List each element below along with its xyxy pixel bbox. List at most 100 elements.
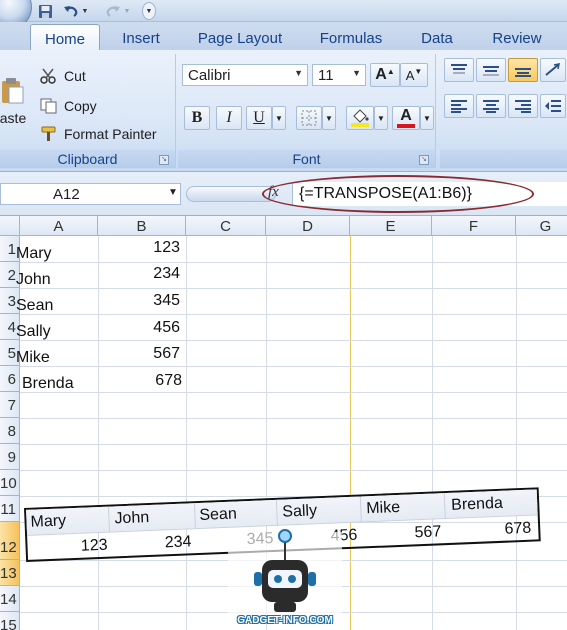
cell-f12[interactable]: Brenda [451,495,503,515]
cell-b12[interactable]: John [114,509,149,528]
shrink-font-button[interactable]: A ▼ [400,63,428,87]
row-header-8[interactable]: 8 [0,418,20,444]
tab-review[interactable]: Review [482,24,552,50]
gridline [20,366,567,367]
font-color-dropdown-icon[interactable]: ▼ [420,106,434,130]
italic-button[interactable]: I [216,106,242,130]
column-header-g[interactable]: G [516,216,567,236]
borders-button[interactable] [296,106,322,130]
font-dialog-launcher[interactable]: ↘ [419,155,429,165]
row-header-11[interactable]: 11 [0,496,20,522]
tab-home[interactable]: Home [30,24,100,50]
cell-a6[interactable]: Brenda [22,375,74,393]
cell-e12[interactable]: Mike [366,499,400,518]
cell-a13[interactable]: 123 [67,537,108,557]
row-header-6[interactable]: 6 [0,366,20,392]
cell-b3[interactable]: 345 [120,292,180,310]
undo-dropdown-icon[interactable]: ▼ [80,2,90,20]
undo-icon[interactable] [62,2,80,20]
fill-color-dropdown-icon[interactable]: ▼ [374,106,388,130]
tab-insert[interactable]: Insert [108,24,174,50]
copy-label: Copy [64,98,97,114]
grow-font-button[interactable]: A ▲ [370,63,400,87]
column-header-c[interactable]: C [186,216,266,236]
cell-f13[interactable]: 678 [491,520,532,540]
clipboard-dialog-launcher[interactable]: ↘ [159,155,169,165]
tab-page-layout[interactable]: Page Layout [190,24,290,50]
row-header-14[interactable]: 14 [0,586,20,612]
gridline [20,314,567,315]
align-center-button[interactable] [476,94,506,118]
align-top-button[interactable] [444,58,474,82]
insert-function-icon[interactable]: fx [268,184,290,204]
font-color-button[interactable]: A [392,106,420,130]
font-name-combo[interactable]: Calibri ▼ [182,64,308,86]
cell-a3[interactable]: Sean [16,297,53,315]
name-box-dropdown-icon[interactable]: ▼ [168,187,178,198]
cell-e13[interactable]: 567 [401,523,442,543]
cell-a12[interactable]: Mary [30,512,66,531]
copy-button[interactable]: Copy [40,98,97,114]
column-header-e[interactable]: E [350,216,432,236]
underline-dropdown-icon[interactable]: ▼ [272,106,286,130]
borders-icon [301,110,317,126]
cell-a2[interactable]: John [16,271,51,289]
cell-b6[interactable]: 678 [120,372,182,390]
cell-b1[interactable]: 123 [120,239,180,257]
cell-b13[interactable]: 234 [151,533,192,553]
tab-data[interactable]: Data [410,24,464,50]
column-header-b[interactable]: B [98,216,186,236]
font-name-dropdown-icon[interactable]: ▼ [294,68,303,78]
align-bottom-button[interactable] [508,58,538,82]
ribbon: aste Cut Copy Format Painter Clipboard ↘… [0,50,567,172]
align-middle-button[interactable] [476,58,506,82]
column-header-d[interactable]: D [266,216,350,236]
row-header-10[interactable]: 10 [0,470,20,496]
customize-qat-icon[interactable]: ▼ [142,2,156,20]
redo-dropdown-icon[interactable]: ▼ [122,2,132,20]
column-headers: A B C D E F G [0,216,567,236]
format-painter-icon [40,126,58,142]
redo-icon[interactable] [104,2,122,20]
column-header-f[interactable]: F [432,216,516,236]
save-icon[interactable] [36,2,54,20]
orientation-button[interactable] [540,58,566,82]
align-middle-icon [483,66,499,76]
cell-b2[interactable]: 234 [120,265,180,283]
column-header-a[interactable]: A [20,216,98,236]
cell-d12[interactable]: Sally [282,502,317,521]
align-bottom-icon [515,68,531,77]
cell-b4[interactable]: 456 [120,319,180,337]
cell-a1[interactable]: Mary [16,245,52,263]
select-all-corner[interactable] [0,216,20,236]
row-header-9[interactable]: 9 [0,444,20,470]
underline-button[interactable]: U [246,106,272,130]
borders-dropdown-icon[interactable]: ▼ [322,106,336,130]
paste-button[interactable]: aste [0,78,26,138]
font-size-dropdown-icon[interactable]: ▼ [352,68,361,78]
align-right-button[interactable] [508,94,538,118]
row-header-15[interactable]: 15 [0,612,20,630]
ribbon-tabs: Home Insert Page Layout Formulas Data Re… [0,22,567,50]
cell-a4[interactable]: Sally [16,323,51,341]
align-left-button[interactable] [444,94,474,118]
gridline [20,392,567,393]
format-painter-label: Format Painter [64,126,157,142]
row-header-7[interactable]: 7 [0,392,20,418]
font-size-combo[interactable]: 11 ▼ [312,64,366,86]
row-header-13[interactable]: 13 [0,560,20,586]
cell-b5[interactable]: 567 [120,345,180,363]
row-header-12[interactable]: 12 [0,522,20,560]
tab-formulas[interactable]: Formulas [306,24,396,50]
robot-logo-icon [228,529,342,616]
decrease-indent-button[interactable] [540,94,566,118]
formula-input[interactable]: {=TRANSPOSE(A1:B6)} [292,182,567,206]
name-box[interactable]: A12 [0,183,181,205]
bold-button[interactable]: B [184,106,210,130]
format-painter-button[interactable]: Format Painter [40,126,157,142]
formula-bar-resize-handle[interactable] [186,186,276,202]
cell-a5[interactable]: Mike [16,349,50,367]
gridline [20,444,567,445]
fill-color-button[interactable] [346,106,374,130]
cut-button[interactable]: Cut [40,68,86,84]
